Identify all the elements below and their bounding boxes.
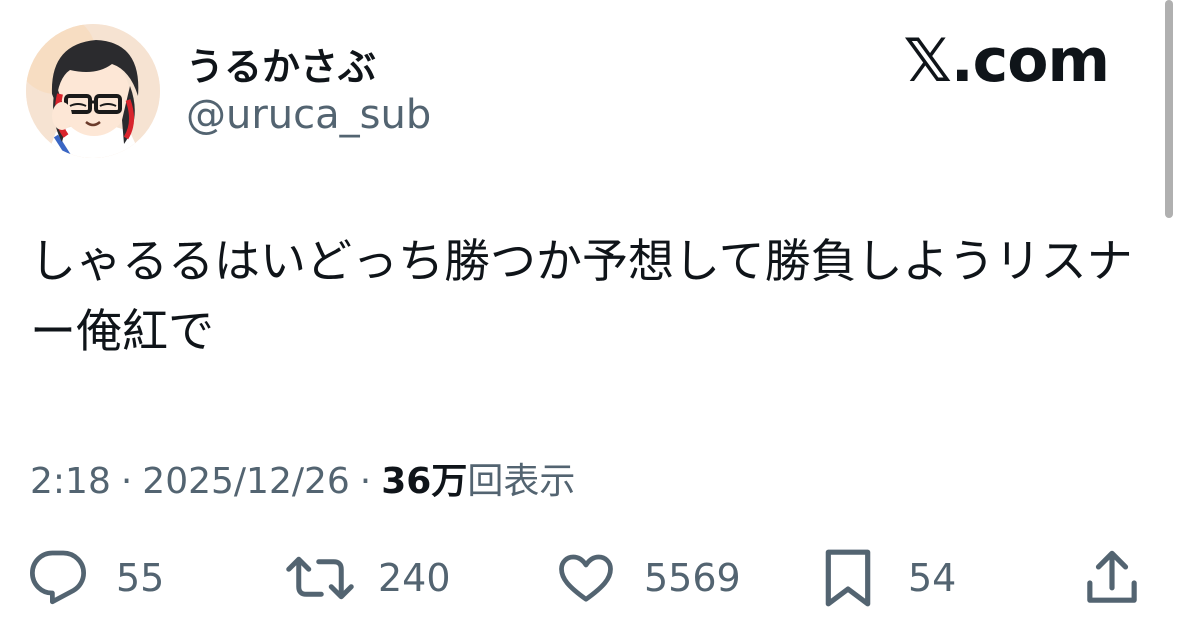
reply-icon [30,550,86,605]
action-bar: 55 240 5569 54 [0,540,1179,620]
reply-count: 55 [116,556,165,600]
avatar[interactable] [26,24,160,158]
x-logo: 𝕏.com [903,26,1110,96]
meta-separator: · [120,461,133,502]
bookmark-icon [825,549,871,607]
reply-button[interactable]: 55 [28,540,164,616]
views-count[interactable]: 36万 [381,461,467,502]
repost-button[interactable]: 240 [284,540,451,616]
share-button[interactable] [1082,540,1142,616]
repost-icon [286,556,354,600]
user-handle[interactable]: @uruca_sub [186,92,431,138]
views-label: 回表示 [467,461,576,502]
like-count: 5569 [644,556,741,600]
tweet-date[interactable]: 2025/12/26 [142,461,350,502]
bookmark-button[interactable]: 54 [818,540,956,616]
bookmark-count: 54 [908,556,957,600]
display-name[interactable]: うるかさぶ [186,36,376,91]
like-icon [559,554,613,602]
repost-count: 240 [378,556,451,600]
avatar-illustration [26,24,160,158]
scrollbar[interactable] [1165,0,1173,218]
share-icon [1087,550,1137,603]
tweet-meta: 2:18 · 2025/12/26 · 36万回表示 [30,452,575,504]
tweet-text: しゃるるはいどっち勝つか予想して勝負しようリスナー俺紅で [30,234,1133,358]
like-button[interactable]: 5569 [556,540,741,616]
meta-separator: · [359,461,372,502]
tweet-time[interactable]: 2:18 [30,461,111,502]
